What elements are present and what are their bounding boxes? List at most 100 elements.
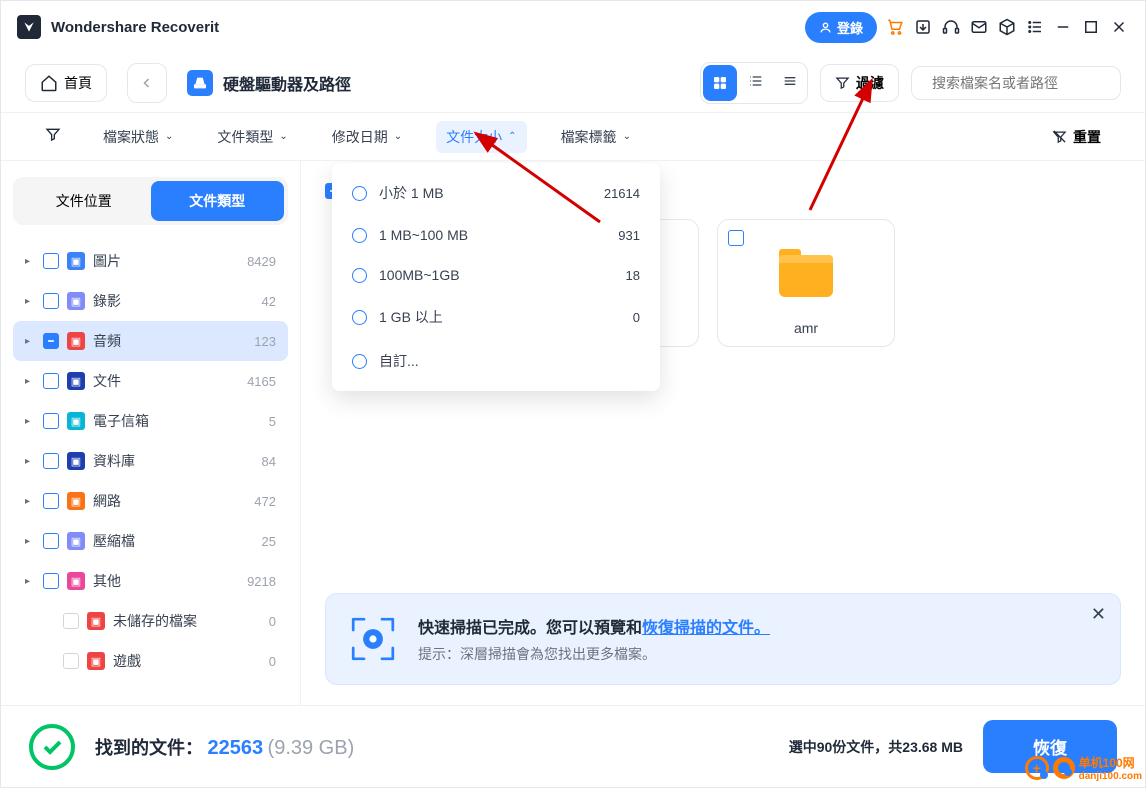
dropdown-option[interactable]: 1 MB~100 MB931 — [332, 215, 660, 255]
sidebar-item[interactable]: ▸▣資料庫84 — [13, 441, 288, 481]
breadcrumb: 硬盤驅動器及路徑 — [187, 70, 351, 96]
dropdown-option[interactable]: 100MB~1GB18 — [332, 255, 660, 295]
found-size: (9.39 GB) — [268, 737, 355, 759]
found-label: 找到的文件： — [95, 738, 203, 758]
subitem-checkbox[interactable] — [63, 613, 79, 629]
category-icon: ▣ — [67, 572, 85, 590]
drive-icon — [187, 70, 213, 96]
filter-type[interactable]: 文件類型⌄ — [207, 121, 297, 153]
filter-size[interactable]: 文件大小⌃ — [436, 121, 526, 153]
sidebar-item-label: 音頻 — [93, 331, 246, 351]
category-checkbox[interactable] — [43, 573, 59, 589]
maximize-icon[interactable] — [1081, 17, 1101, 37]
sidebar-item-label: 壓縮檔 — [93, 531, 254, 551]
chevron-right-icon: ▸ — [25, 496, 35, 507]
category-icon: ▣ — [67, 492, 85, 510]
option-count: 931 — [618, 228, 640, 243]
back-button[interactable] — [127, 63, 167, 103]
sidebar-item-label: 未儲存的檔案 — [113, 611, 261, 631]
tab-type[interactable]: 文件類型 — [151, 181, 285, 221]
banner-sub: 提示：深層掃描會為您找出更多檔案。 — [418, 644, 1100, 664]
option-label: 100MB~1GB — [379, 267, 614, 283]
view-detail-button[interactable] — [773, 63, 807, 99]
sidebar-item[interactable]: ▸▣文件4165 — [13, 361, 288, 401]
radio-icon — [352, 268, 367, 283]
cube-icon[interactable] — [997, 17, 1017, 37]
sidebar-item[interactable]: ▸▣圖片8429 — [13, 241, 288, 281]
category-checkbox[interactable] — [43, 293, 59, 309]
search-input[interactable] — [932, 75, 1113, 91]
sidebar-item-count: 123 — [254, 334, 276, 349]
view-toggle — [700, 62, 808, 104]
sidebar-item[interactable]: ▸▣電子信箱5 — [13, 401, 288, 441]
sidebar-item[interactable]: ▸▣網路472 — [13, 481, 288, 521]
radio-icon — [352, 228, 367, 243]
home-button[interactable]: 首頁 — [25, 64, 107, 102]
size-dropdown: 小於 1 MB216141 MB~100 MB931100MB~1GB181 G… — [332, 163, 660, 391]
category-checkbox[interactable] — [43, 533, 59, 549]
view-list-button[interactable] — [739, 63, 773, 99]
menu-icon[interactable] — [1025, 17, 1045, 37]
view-grid-button[interactable] — [703, 65, 737, 101]
filter-status[interactable]: 檔案狀態⌄ — [93, 121, 183, 153]
dropdown-option[interactable]: 1 GB 以上0 — [332, 295, 660, 339]
sidebar-subitem[interactable]: ▣未儲存的檔案0 — [13, 601, 288, 641]
sidebar-item-count: 4165 — [247, 374, 276, 389]
category-checkbox[interactable] — [43, 253, 59, 269]
headset-icon[interactable] — [941, 17, 961, 37]
sidebar-item-label: 圖片 — [93, 251, 239, 271]
reset-button[interactable]: 重置 — [1052, 127, 1101, 147]
scan-banner: 快速掃描已完成。您可以預覽和恢復掃描的文件。 提示：深層掃描會為您找出更多檔案。… — [325, 593, 1121, 685]
dropdown-option[interactable]: 自訂... — [332, 339, 660, 383]
sidebar-item-label: 遊戲 — [113, 651, 261, 671]
app-title: Wondershare Recoverit — [51, 19, 219, 36]
category-checkbox[interactable] — [43, 333, 59, 349]
chevron-right-icon: ▸ — [25, 456, 35, 467]
scan-eye-icon — [346, 612, 400, 666]
filter-tag[interactable]: 檔案標籤⌄ — [551, 121, 641, 153]
category-checkbox[interactable] — [43, 493, 59, 509]
minimize-icon[interactable] — [1053, 17, 1073, 37]
dropdown-option[interactable]: 小於 1 MB21614 — [332, 171, 660, 215]
sidebar-item-count: 5 — [269, 414, 276, 429]
sidebar-item[interactable]: ▸▣音頻123 — [13, 321, 288, 361]
option-label: 小於 1 MB — [379, 183, 592, 203]
sidebar-item-count: 8429 — [247, 254, 276, 269]
subitem-checkbox[interactable] — [63, 653, 79, 669]
export-icon[interactable] — [913, 17, 933, 37]
option-label: 自訂... — [379, 351, 628, 371]
mail-icon[interactable] — [969, 17, 989, 37]
cart-icon[interactable] — [885, 17, 905, 37]
path-text: 硬盤驅動器及路徑 — [223, 71, 351, 95]
category-checkbox[interactable] — [43, 373, 59, 389]
sidebar-subitem[interactable]: ▣遊戲0 — [13, 641, 288, 681]
chevron-right-icon: ▸ — [25, 376, 35, 387]
banner-title: 快速掃描已完成。您可以預覽和恢復掃描的文件。 — [418, 614, 1100, 638]
tab-location[interactable]: 文件位置 — [17, 181, 151, 221]
close-icon[interactable] — [1109, 17, 1129, 37]
sidebar-item[interactable]: ▸▣其他9218 — [13, 561, 288, 601]
filter-button[interactable]: 過濾 — [820, 64, 899, 102]
banner-link[interactable]: 恢復掃描的文件。 — [642, 620, 770, 637]
category-checkbox[interactable] — [43, 413, 59, 429]
sidebar-item[interactable]: ▸▣壓縮檔25 — [13, 521, 288, 561]
search-box[interactable] — [911, 66, 1121, 100]
login-button[interactable]: 登錄 — [805, 12, 877, 43]
option-count: 0 — [633, 310, 640, 325]
folder-card[interactable]: amr — [717, 219, 895, 347]
filter-date[interactable]: 修改日期⌄ — [322, 121, 412, 153]
funnel-icon — [45, 126, 61, 147]
check-circle-icon — [29, 724, 75, 770]
sidebar-item-count: 25 — [262, 534, 276, 549]
sidebar-item-count: 0 — [269, 654, 276, 669]
watermark: + 单机100网 danji100.com — [1025, 754, 1142, 782]
radio-icon — [352, 354, 367, 369]
banner-close-icon[interactable]: ✕ — [1091, 604, 1106, 625]
chevron-right-icon: ▸ — [25, 256, 35, 267]
sidebar-item[interactable]: ▸▣錄影42 — [13, 281, 288, 321]
app-logo — [17, 15, 41, 39]
folder-checkbox[interactable] — [728, 230, 744, 246]
sidebar-item-count: 0 — [269, 614, 276, 629]
sidebar-item-count: 9218 — [247, 574, 276, 589]
category-checkbox[interactable] — [43, 453, 59, 469]
